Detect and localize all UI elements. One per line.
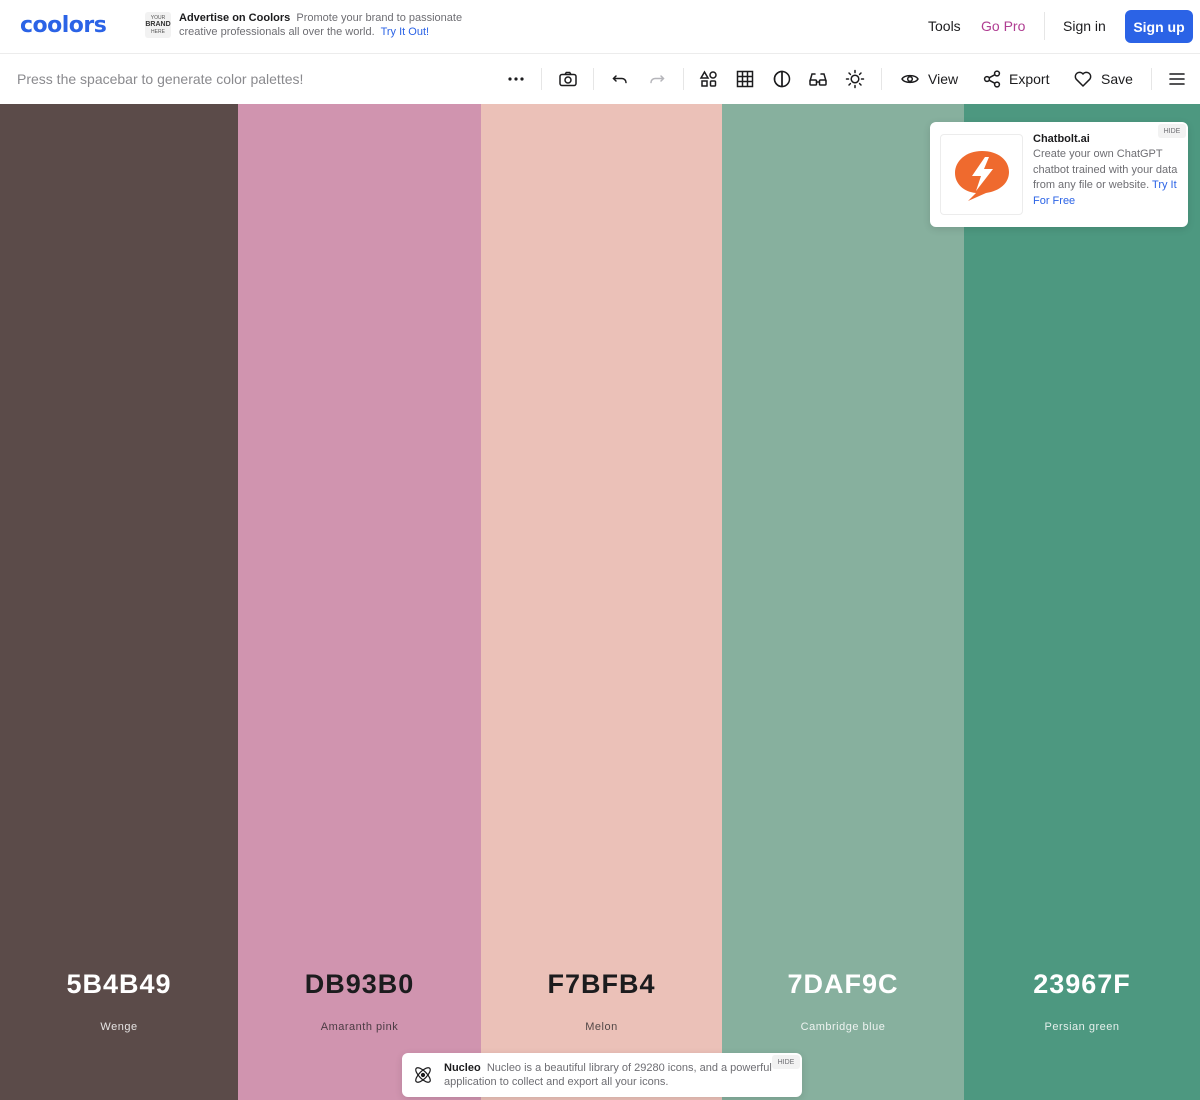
top-header: coolors YOUR BRAND HERE Advertise on Coo… bbox=[0, 0, 1200, 54]
toolbar: Press the spacebar to generate color pal… bbox=[0, 54, 1200, 104]
contrast-icon[interactable] bbox=[770, 67, 794, 91]
view-button[interactable]: View bbox=[928, 71, 958, 87]
chatbolt-ad-card[interactable]: HIDE Chatbolt.ai Create your own ChatGPT… bbox=[930, 122, 1188, 227]
toolbar-divider bbox=[683, 68, 684, 90]
sign-in-link[interactable]: Sign in bbox=[1063, 18, 1106, 34]
color-swatch[interactable]: 5B4B49 Wenge bbox=[0, 104, 238, 1100]
share-icon[interactable] bbox=[980, 67, 1004, 91]
color-swatch[interactable]: 23967F Persian green bbox=[964, 104, 1200, 1100]
swatch-hex[interactable]: 23967F bbox=[964, 969, 1200, 1000]
swatch-color-name[interactable]: Wenge bbox=[0, 1021, 238, 1033]
swatch-color-name[interactable]: Amaranth pink bbox=[238, 1021, 481, 1033]
eye-icon[interactable] bbox=[898, 67, 922, 91]
nucleo-ad-text: Nucleo is a beautiful library of 29280 i… bbox=[444, 1062, 772, 1088]
lightning-chat-icon bbox=[954, 150, 1009, 201]
advertise-banner: Advertise on Coolors Promote your brand … bbox=[179, 11, 489, 39]
swatch-hex[interactable]: 7DAF9C bbox=[722, 969, 964, 1000]
swatch-color-name[interactable]: Cambridge blue bbox=[722, 1021, 964, 1033]
nav-go-pro[interactable]: Go Pro bbox=[981, 18, 1025, 34]
glasses-icon[interactable] bbox=[806, 67, 830, 91]
grid-icon[interactable] bbox=[733, 67, 757, 91]
advertise-title[interactable]: Advertise on Coolors bbox=[179, 12, 290, 24]
nucleo-ad-title[interactable]: Nucleo bbox=[444, 1062, 481, 1074]
menu-icon[interactable] bbox=[1165, 67, 1189, 91]
camera-icon[interactable] bbox=[556, 67, 580, 91]
toolbar-divider bbox=[1151, 68, 1152, 90]
color-swatch[interactable]: 7DAF9C Cambridge blue bbox=[722, 104, 964, 1100]
brand-placeholder-logo[interactable]: YOUR BRAND HERE bbox=[145, 12, 171, 38]
undo-icon[interactable] bbox=[608, 67, 632, 91]
shapes-icon[interactable] bbox=[697, 67, 721, 91]
hide-ad-button[interactable]: HIDE bbox=[1158, 124, 1186, 138]
color-swatch[interactable]: DB93B0 Amaranth pink bbox=[238, 104, 481, 1100]
toolbar-divider bbox=[881, 68, 882, 90]
coolors-logo[interactable]: coolors bbox=[20, 13, 107, 38]
toolbar-divider bbox=[541, 68, 542, 90]
spacebar-hint: Press the spacebar to generate color pal… bbox=[17, 71, 304, 87]
nav-tools[interactable]: Tools bbox=[928, 18, 961, 34]
chatbolt-ad-body: Create your own ChatGPT chatbot trained … bbox=[1033, 147, 1183, 209]
color-palette: 5B4B49 Wenge DB93B0 Amaranth pink F7BFB4… bbox=[0, 104, 1200, 1100]
swatch-hex[interactable]: 5B4B49 bbox=[0, 969, 238, 1000]
nav-divider bbox=[1044, 12, 1045, 40]
color-swatch[interactable]: F7BFB4 Melon bbox=[481, 104, 722, 1100]
sign-up-button[interactable]: Sign up bbox=[1125, 10, 1193, 43]
nucleo-ad-card[interactable]: Nucleo Nucleo is a beautiful library of … bbox=[402, 1053, 802, 1097]
brightness-icon[interactable] bbox=[843, 67, 867, 91]
brand-line2: BRAND bbox=[145, 21, 171, 28]
swatch-color-name[interactable]: Melon bbox=[481, 1021, 722, 1033]
brand-line3: HERE bbox=[151, 29, 165, 35]
save-button[interactable]: Save bbox=[1101, 71, 1133, 87]
swatch-hex[interactable]: DB93B0 bbox=[238, 969, 481, 1000]
heart-icon[interactable] bbox=[1071, 67, 1095, 91]
redo-icon[interactable] bbox=[645, 67, 669, 91]
chatbolt-logo[interactable] bbox=[940, 134, 1023, 215]
nucleo-atom-icon bbox=[412, 1064, 434, 1086]
swatch-color-name[interactable]: Persian green bbox=[964, 1021, 1200, 1033]
advertise-link[interactable]: Try It Out! bbox=[381, 26, 430, 38]
more-icon[interactable] bbox=[504, 67, 528, 91]
swatch-hex[interactable]: F7BFB4 bbox=[481, 969, 722, 1000]
toolbar-divider bbox=[593, 68, 594, 90]
chatbolt-ad-title[interactable]: Chatbolt.ai bbox=[1033, 133, 1090, 145]
nucleo-ad-body: Nucleo Nucleo is a beautiful library of … bbox=[444, 1061, 774, 1089]
hide-ad-button[interactable]: HIDE bbox=[772, 1055, 800, 1069]
export-button[interactable]: Export bbox=[1009, 71, 1049, 87]
